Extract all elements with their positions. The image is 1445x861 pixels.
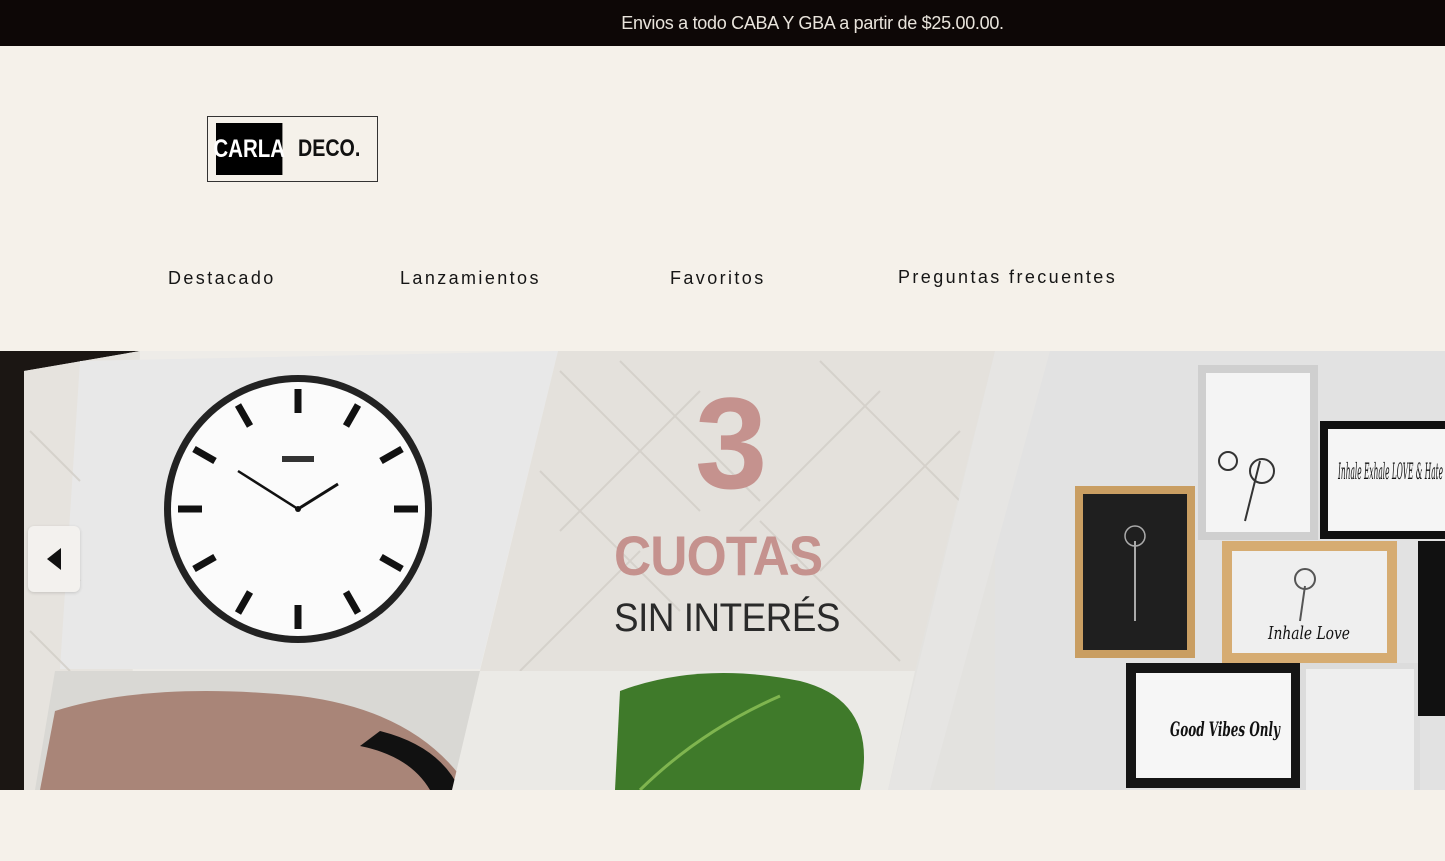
promo-title: CUOTAS bbox=[614, 524, 823, 587]
chevron-left-icon bbox=[47, 548, 61, 570]
carousel-prev-button[interactable] bbox=[28, 526, 80, 592]
announcement-text: Envios a todo CABA Y GBA a partir de $25… bbox=[621, 12, 1004, 33]
frame-text-inhale-exhale: Inhale Exhale LOVE & Hate bbox=[1338, 460, 1443, 485]
nav-item-preguntas-frecuentes[interactable]: Preguntas frecuentes bbox=[898, 267, 1117, 288]
logo-left-word: CARLA bbox=[213, 123, 285, 175]
wall-clock-image bbox=[164, 375, 432, 643]
main-nav: Destacado Lanzamientos Favoritos Pregunt… bbox=[0, 267, 1445, 300]
logo-right-word: DECO. bbox=[298, 135, 361, 162]
nav-item-lanzamientos[interactable]: Lanzamientos bbox=[400, 268, 541, 289]
nav-item-destacado[interactable]: Destacado bbox=[168, 268, 276, 289]
site-logo[interactable]: CARLA DECO. bbox=[207, 116, 378, 182]
frame-text-good-vibes: Good Vibes Only bbox=[1170, 717, 1281, 741]
nav-item-favoritos[interactable]: Favoritos bbox=[670, 268, 766, 289]
promo-number: 3 bbox=[695, 370, 768, 516]
frame-text-inhale-love: Inhale Love bbox=[1267, 623, 1350, 644]
announcement-bar: Envios a todo CABA Y GBA a partir de $25… bbox=[0, 0, 1445, 46]
promo-subtitle: SIN INTERÉS bbox=[614, 596, 841, 640]
